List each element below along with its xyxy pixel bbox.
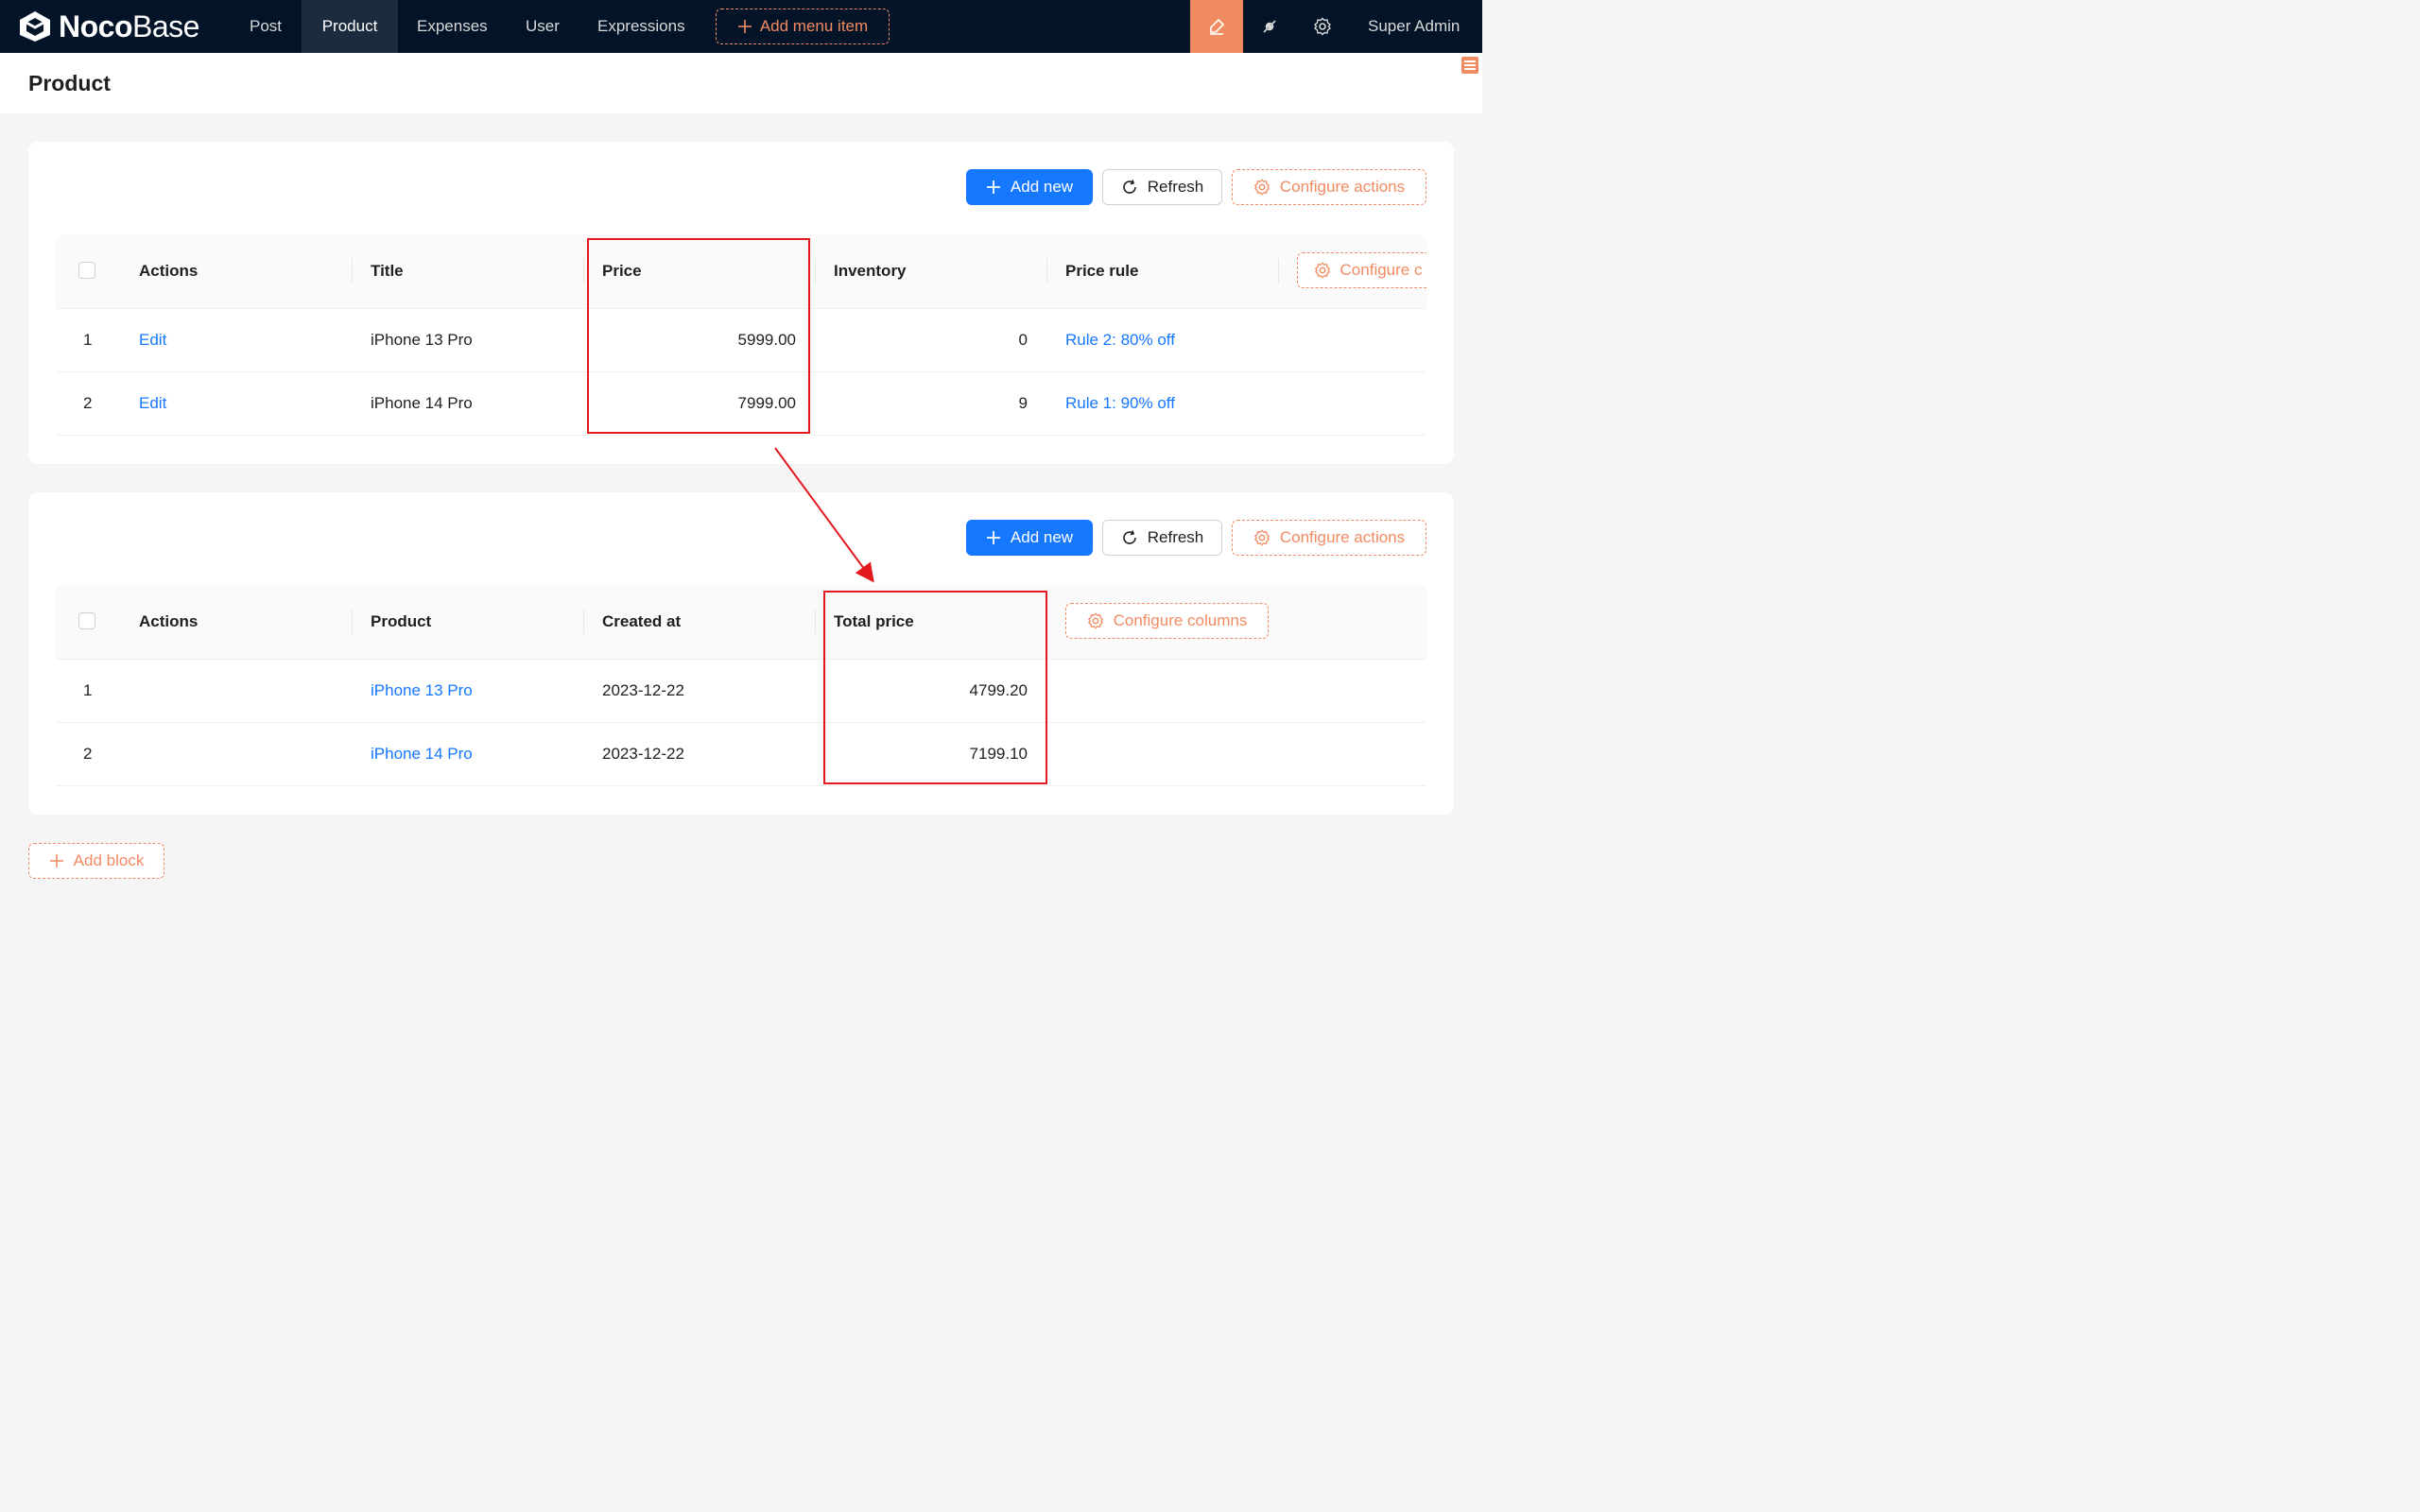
ui-editor-toggle[interactable] [1190, 0, 1243, 53]
refresh-button[interactable]: Refresh [1102, 520, 1222, 556]
column-header-inventory[interactable]: Inventory [834, 234, 907, 308]
product-link[interactable]: iPhone 13 Pro [371, 659, 473, 722]
logo-text: NocoBase [59, 9, 199, 43]
plugin-icon [1263, 20, 1276, 33]
gear-icon [1253, 179, 1270, 196]
cell-created-at: 2023-12-22 [602, 745, 684, 763]
row-index: 1 [83, 331, 93, 349]
add-new-label: Add new [1010, 178, 1074, 196]
user-menu[interactable]: Super Admin [1368, 0, 1460, 53]
configure-columns-label: Configure c [1340, 261, 1423, 279]
nav-item-post[interactable]: Post [250, 0, 282, 53]
column-header-title[interactable]: Title [371, 234, 404, 308]
refresh-button[interactable]: Refresh [1102, 169, 1222, 205]
settings-button[interactable] [1296, 0, 1349, 53]
price-rule-link[interactable]: Rule 1: 90% off [1065, 371, 1175, 435]
row-index: 1 [83, 681, 93, 699]
logo-icon [20, 11, 50, 42]
nav-item-expressions[interactable]: Expressions [597, 0, 685, 53]
price-rule-link[interactable]: Rule 2: 80% off [1065, 308, 1175, 371]
nav-item-expenses[interactable]: Expenses [417, 0, 488, 53]
total-price-highlight-box [823, 591, 1047, 784]
refresh-label: Refresh [1147, 178, 1204, 196]
column-header-product[interactable]: Product [371, 585, 431, 659]
gear-icon [1253, 529, 1270, 546]
cell-created-at: 2023-12-22 [602, 681, 684, 699]
plugin-manager-button[interactable] [1243, 0, 1296, 53]
gear-icon [1314, 17, 1331, 36]
add-block-button[interactable]: Add block [28, 843, 164, 879]
add-new-label: Add new [1010, 528, 1074, 546]
gear-icon [1087, 612, 1103, 629]
column-header-price-rule[interactable]: Price rule [1065, 234, 1139, 308]
cell-title: iPhone 14 Pro [371, 394, 473, 412]
configure-actions-button[interactable]: Configure actions [1232, 169, 1426, 205]
row-index: 2 [83, 745, 93, 763]
cell-inventory: 0 [1018, 331, 1028, 349]
nav-item-user[interactable]: User [526, 0, 560, 53]
configure-columns-button[interactable]: Configure columns [1065, 603, 1269, 639]
row-index: 2 [83, 394, 93, 412]
gear-icon [1314, 262, 1330, 279]
highlighter-icon [1210, 18, 1225, 35]
edit-link[interactable]: Edit [139, 308, 166, 371]
table-row: 2 iPhone 14 Pro 2023-12-22 7199.10 [56, 722, 1426, 786]
page-title: Product [28, 71, 111, 95]
select-all-checkbox[interactable] [78, 612, 95, 629]
table-header: Actions Product Created at Total price C… [56, 585, 1426, 660]
add-block-label: Add block [73, 851, 145, 869]
order-table: Actions Product Created at Total price C… [56, 585, 1426, 786]
plus-icon [49, 854, 63, 868]
refresh-icon [1122, 530, 1136, 544]
page-header: Product [0, 53, 1482, 113]
price-highlight-box [587, 238, 810, 434]
table-row: 1 iPhone 13 Pro 2023-12-22 4799.20 [56, 659, 1426, 723]
refresh-icon [1122, 180, 1136, 194]
add-menu-item-label: Add menu item [759, 17, 869, 35]
column-header-actions: Actions [139, 612, 199, 630]
column-header-actions: Actions [139, 262, 199, 280]
cell-inventory: 9 [1018, 394, 1028, 412]
configure-actions-label: Configure actions [1279, 178, 1406, 196]
plus-icon [986, 180, 1000, 194]
menu-icon[interactable] [1461, 57, 1478, 74]
edit-link[interactable]: Edit [139, 371, 166, 435]
refresh-label: Refresh [1147, 528, 1204, 546]
select-all-checkbox[interactable] [78, 262, 95, 279]
top-navigation-bar: NocoBase Post Product Expenses User Expr… [0, 0, 1482, 53]
plus-icon [986, 531, 1000, 544]
configure-columns-label: Configure columns [1113, 611, 1248, 629]
add-new-button[interactable]: Add new [966, 520, 1093, 556]
add-menu-item-button[interactable]: Add menu item [716, 9, 890, 44]
configure-actions-button[interactable]: Configure actions [1232, 520, 1426, 556]
order-table-block: Add new Refresh Configure actions Action… [28, 492, 1454, 815]
plus-icon [737, 20, 752, 33]
configure-columns-button[interactable]: Configure c [1297, 252, 1426, 288]
cell-title: iPhone 13 Pro [371, 331, 473, 349]
nocobase-logo[interactable]: NocoBase [17, 9, 199, 43]
nav-item-product[interactable]: Product [302, 0, 398, 53]
add-new-button[interactable]: Add new [966, 169, 1093, 205]
column-header-created-at[interactable]: Created at [602, 585, 681, 659]
product-link[interactable]: iPhone 14 Pro [371, 722, 473, 785]
configure-actions-label: Configure actions [1279, 528, 1406, 546]
